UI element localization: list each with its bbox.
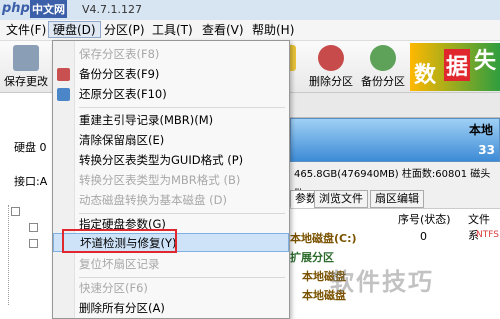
menu-disk[interactable]: 硬盘(D) xyxy=(48,21,101,38)
port-label: 接口:A xyxy=(14,175,48,188)
disk-info-bar: 465.8GB(476940MB) 柱面数:60801 磁头数 xyxy=(290,165,500,200)
menu-item-restore-partition-table[interactable]: 还原分区表(F10) xyxy=(53,85,289,104)
menu-item-label: 快速分区(F6) xyxy=(79,281,148,295)
restore-icon xyxy=(57,88,70,101)
menu-item-delete-all-partitions[interactable]: 删除所有分区(A) xyxy=(53,299,289,318)
table-row[interactable]: 本地磁盘(C:) 0 NTFS xyxy=(290,227,500,246)
disk-local-label: 本地 xyxy=(468,123,493,137)
menu-item-label: 转换分区表类型为GUID格式 (P) xyxy=(79,153,244,167)
banner-char-1: 数 xyxy=(414,63,437,88)
menu-item-label: 备份分区表(F9) xyxy=(79,67,160,81)
tree-expand-icon-2[interactable] xyxy=(29,223,38,232)
tree-expand-icon[interactable] xyxy=(11,207,20,216)
menu-item-label: 还原分区表(F10) xyxy=(79,87,167,101)
menu-item-rebuild-mbr[interactable]: 重建主引导记录(MBR)(M) xyxy=(53,111,289,130)
menu-item-save-partition-table[interactable]: 保存分区表(F8) xyxy=(53,45,289,64)
disk-header xyxy=(290,93,500,118)
menu-view[interactable]: 查看(V) xyxy=(198,22,248,39)
delete-partition-label: 删除分区 xyxy=(309,75,353,88)
save-icon xyxy=(13,45,39,71)
menu-item-label: 保存分区表(F8) xyxy=(79,47,160,61)
col-header-index: 序号(状态) xyxy=(398,213,451,226)
menu-bar: 文件(F) 硬盘(D) 分区(P) 工具(T) 查看(V) 帮助(H) xyxy=(0,20,500,41)
menu-item-clear-reserved-sectors[interactable]: 清除保留扇区(E) xyxy=(53,131,289,150)
backup-partition-button[interactable]: 备份分区 xyxy=(358,43,408,91)
menu-item-label: 删除所有分区(A) xyxy=(79,301,165,315)
row-name: 扩展分区 xyxy=(290,251,334,264)
ad-banner[interactable]: 数 据 失 xyxy=(410,43,500,91)
backup-icon xyxy=(57,68,70,81)
menu-separator xyxy=(79,277,285,278)
menu-item-reset-bad-sectors[interactable]: 复位坏扇区记录 xyxy=(53,255,289,274)
title-bar: php 中文网 V4.7.1.127 xyxy=(0,0,500,20)
menu-tools[interactable]: 工具(T) xyxy=(148,22,197,39)
row-name: 本地磁盘(C:) xyxy=(290,232,357,245)
menu-separator xyxy=(79,107,285,108)
tab-browse-files[interactable]: 浏览文件 xyxy=(314,190,368,208)
row-index: 0 xyxy=(420,230,427,243)
backup-partition-label: 备份分区 xyxy=(361,75,405,88)
disk-menu-dropdown: 保存分区表(F8) 备份分区表(F9) 还原分区表(F10) 重建主引导记录(M… xyxy=(52,40,290,319)
version-label: V4.7.1.127 xyxy=(82,3,143,16)
logo-cn: 中文网 xyxy=(30,0,67,18)
delete-partition-icon xyxy=(318,45,344,71)
menu-item-convert-to-mbr[interactable]: 转换分区表类型为MBR格式 (B) xyxy=(53,171,289,190)
menu-item-label: 复位坏扇区记录 xyxy=(79,257,160,271)
menu-file[interactable]: 文件(F) xyxy=(2,22,50,39)
menu-item-label: 重建主引导记录(MBR)(M) xyxy=(79,113,214,127)
disk-partition-bar[interactable]: 本地 33 xyxy=(290,118,500,162)
banner-char-3: 失 xyxy=(474,49,497,74)
row-fs: NTFS xyxy=(476,230,499,240)
menu-item-quick-partition[interactable]: 快速分区(F6) xyxy=(53,279,289,298)
delete-partition-button[interactable]: 删除分区 xyxy=(306,43,356,91)
menu-partition[interactable]: 分区(P) xyxy=(100,22,149,39)
banner-char-2: 据 xyxy=(444,49,471,81)
highlight-box xyxy=(62,229,177,253)
menu-item-label: 转换分区表类型为MBR格式 (B) xyxy=(79,173,241,187)
menu-item-label: 清除保留扇区(E) xyxy=(79,133,165,147)
menu-item-convert-to-guid[interactable]: 转换分区表类型为GUID格式 (P) xyxy=(53,151,289,170)
tab-sector-edit[interactable]: 扇区编辑 xyxy=(370,190,424,208)
save-changes-button[interactable]: 保存更改 xyxy=(4,43,48,91)
menu-separator xyxy=(79,213,285,214)
menu-help[interactable]: 帮助(H) xyxy=(248,22,298,39)
logo-php: php xyxy=(2,1,30,16)
disk-label: 硬盘 0 xyxy=(14,141,47,154)
backup-partition-icon xyxy=(370,45,396,71)
menu-item-backup-partition-table[interactable]: 备份分区表(F9) xyxy=(53,65,289,84)
disk-size-partial: 33 xyxy=(478,143,495,157)
menu-item-label: 动态磁盘转换为基本磁盘 (D) xyxy=(79,193,227,207)
tree-expand-icon-3[interactable] xyxy=(29,239,38,248)
menu-item-dynamic-to-basic[interactable]: 动态磁盘转换为基本磁盘 (D) xyxy=(53,191,289,210)
tab-strip: 参数 浏览文件 扇区编辑 xyxy=(290,190,500,208)
save-label: 保存更改 xyxy=(4,75,48,88)
watermark-text: 软件技巧 xyxy=(330,268,434,296)
